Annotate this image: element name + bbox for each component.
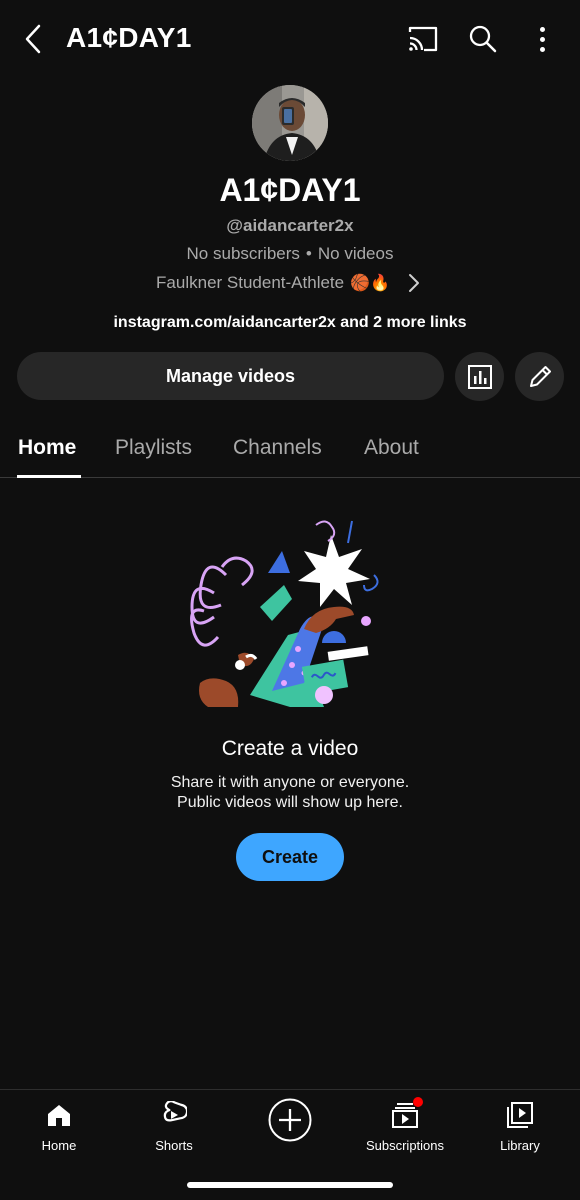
stats-separator: •	[305, 244, 312, 263]
bio-emojis: 🏀🔥	[350, 275, 390, 292]
cast-button[interactable]	[406, 24, 440, 54]
empty-state-line-1: Share it with anyone or everyone.	[170, 774, 410, 791]
back-button[interactable]	[18, 22, 48, 56]
nav-create[interactable]	[268, 1098, 312, 1142]
tab-home[interactable]: Home	[18, 436, 76, 460]
page-title: A1¢DAY1	[66, 22, 192, 53]
channel-stats: No subscribers • No videos	[0, 244, 580, 264]
bio-text: Faulkner Student-Athlete	[156, 273, 345, 292]
tab-about[interactable]: About	[364, 436, 419, 460]
empty-state-line-2: Public videos will show up here.	[177, 794, 403, 811]
active-tab-indicator	[17, 475, 81, 478]
channel-links[interactable]: instagram.com/aidancarter2x and 2 more l…	[0, 314, 580, 332]
create-plus-icon	[268, 1098, 312, 1142]
analytics-icon	[467, 364, 492, 389]
nav-library[interactable]: Library	[470, 1100, 570, 1153]
home-indicator	[187, 1182, 393, 1188]
tab-playlists[interactable]: Playlists	[115, 436, 192, 460]
notification-dot	[413, 1097, 423, 1107]
empty-state-description: Share it with anyone or everyone. Public…	[0, 773, 580, 813]
back-icon	[25, 24, 41, 54]
channel-tabs: Home Playlists Channels About	[0, 420, 580, 478]
nav-subscriptions-label: Subscriptions	[365, 1138, 445, 1153]
top-app-bar: A1¢DAY1	[0, 0, 580, 80]
analytics-button[interactable]	[455, 352, 504, 401]
channel-name: A1¢DAY1	[219, 172, 361, 208]
video-count: No videos	[317, 244, 394, 263]
edit-channel-button[interactable]	[515, 352, 564, 401]
home-icon	[44, 1100, 74, 1130]
profile-photo	[252, 85, 328, 161]
shorts-icon	[159, 1100, 189, 1130]
manage-videos-button[interactable]: Manage videos	[17, 352, 444, 400]
search-icon	[469, 25, 497, 53]
channel-handle: @aidancarter2x	[226, 216, 354, 235]
create-video-illustration	[190, 520, 379, 707]
pencil-icon	[529, 365, 551, 387]
chevron-right-icon	[408, 272, 424, 294]
more-options-button[interactable]	[530, 24, 554, 54]
subscriptions-icon	[390, 1097, 423, 1130]
empty-state-title: Create a video	[221, 737, 359, 760]
library-icon	[505, 1100, 535, 1130]
nav-home-label: Home	[41, 1138, 77, 1153]
nav-shorts[interactable]: Shorts	[124, 1100, 224, 1153]
tab-channels[interactable]: Channels	[233, 436, 322, 460]
search-button[interactable]	[468, 24, 498, 54]
nav-shorts-label: Shorts	[155, 1138, 193, 1153]
create-button[interactable]: Create	[236, 833, 344, 881]
subscriber-count: No subscribers	[186, 244, 300, 263]
nav-library-label: Library	[500, 1138, 540, 1153]
avatar[interactable]	[252, 85, 328, 161]
nav-subscriptions[interactable]: Subscriptions	[355, 1097, 455, 1153]
nav-home[interactable]: Home	[9, 1100, 109, 1153]
channel-description[interactable]: Faulkner Student-Athlete 🏀🔥	[0, 272, 580, 294]
cast-icon	[408, 26, 438, 52]
more-vertical-icon	[539, 26, 545, 32]
